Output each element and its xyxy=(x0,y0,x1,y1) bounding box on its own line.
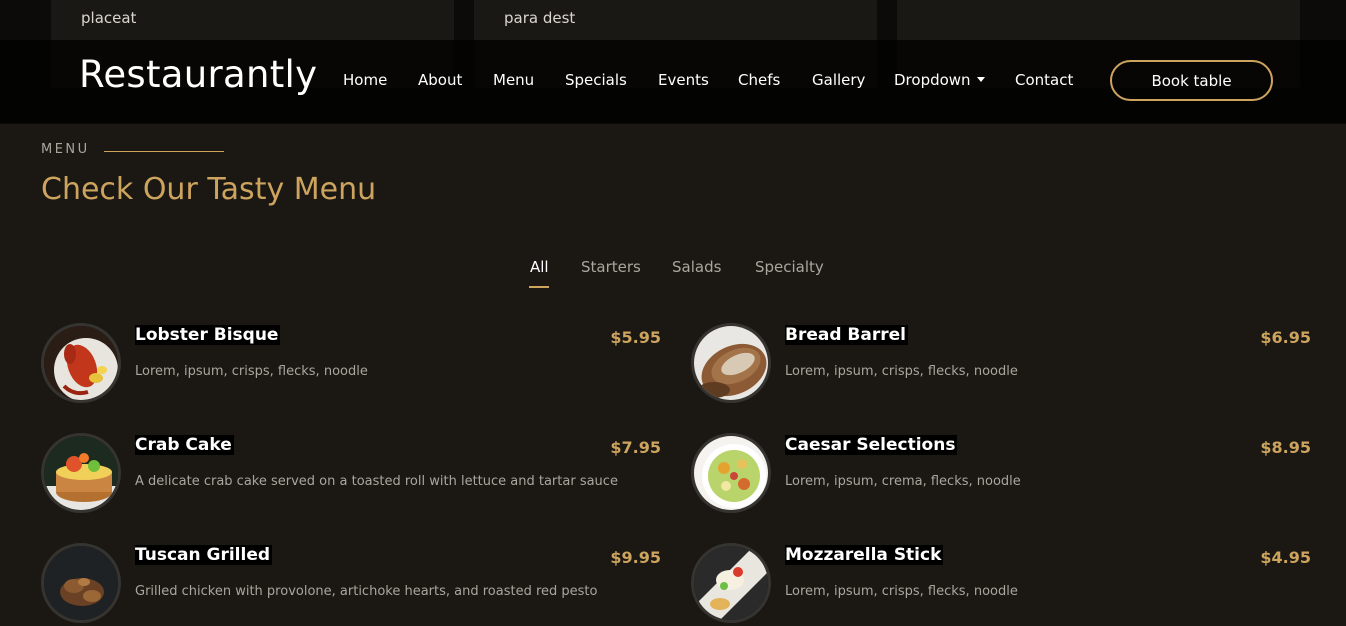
nav-menu[interactable]: Menu xyxy=(493,71,534,89)
menu-item-bread-barrel[interactable]: Bread Barrel $6.95 Lorem, ipsum, crisps,… xyxy=(691,323,1311,405)
menu-item-name: Caesar Selections xyxy=(785,435,958,455)
menu-item-description: Lorem, ipsum, crema, flecks, noodle xyxy=(785,474,1021,489)
nav-events[interactable]: Events xyxy=(658,71,709,89)
grilled-chicken-image xyxy=(41,543,121,623)
nav-dropdown-label: Dropdown xyxy=(894,71,971,89)
menu-item-name: Tuscan Grilled xyxy=(135,545,273,565)
menu-item-description: A delicate crab cake served on a toasted… xyxy=(135,474,618,489)
peek-card-text: placeat xyxy=(81,9,137,27)
nav-about[interactable]: About xyxy=(418,71,462,89)
book-table-button[interactable]: Book table xyxy=(1110,60,1273,101)
salad-image xyxy=(691,433,771,513)
menu-item-tuscan-grilled[interactable]: Tuscan Grilled $9.95 Grilled chicken wit… xyxy=(41,543,661,625)
lobster-image xyxy=(41,323,121,403)
filter-salads[interactable]: Salads xyxy=(672,258,721,276)
nav-dropdown[interactable]: Dropdown xyxy=(894,71,985,89)
menu-item-price: $8.95 xyxy=(1260,438,1311,457)
menu-item-price: $5.95 xyxy=(610,328,661,347)
menu-item-name: Bread Barrel xyxy=(785,325,908,345)
filter-starters[interactable]: Starters xyxy=(581,258,641,276)
nav-contact[interactable]: Contact xyxy=(1015,71,1073,89)
nav-home[interactable]: Home xyxy=(343,71,387,89)
nav-gallery[interactable]: Gallery xyxy=(812,71,865,89)
menu-item-price: $4.95 xyxy=(1260,548,1311,567)
menu-item-lobster-bisque[interactable]: Lobster Bisque $5.95 Lorem, ipsum, crisp… xyxy=(41,323,661,405)
filter-active-underline xyxy=(529,286,549,288)
menu-item-mozzarella-stick[interactable]: Mozzarella Stick $4.95 Lorem, ipsum, cri… xyxy=(691,543,1311,625)
menu-item-price: $7.95 xyxy=(610,438,661,457)
site-logo[interactable]: Restaurantly xyxy=(79,53,317,96)
menu-item-name: Mozzarella Stick xyxy=(785,545,944,565)
menu-item-name: Crab Cake xyxy=(135,435,234,455)
section-label: MENU xyxy=(41,142,90,157)
section-title: Check Our Tasty Menu xyxy=(41,172,377,207)
menu-item-price: $9.95 xyxy=(610,548,661,567)
menu-item-description: Lorem, ipsum, crisps, flecks, noodle xyxy=(785,584,1018,599)
section-label-line xyxy=(104,151,224,152)
menu-item-description: Lorem, ipsum, crisps, flecks, noodle xyxy=(135,364,368,379)
site-header: Restaurantly Home About Menu Specials Ev… xyxy=(0,40,1346,123)
menu-item-crab-cake[interactable]: Crab Cake $7.95 A delicate crab cake ser… xyxy=(41,433,661,515)
caret-down-icon xyxy=(976,77,985,82)
filter-all[interactable]: All xyxy=(530,258,549,276)
filter-specialty[interactable]: Specialty xyxy=(755,258,824,276)
crab-cake-image xyxy=(41,433,121,513)
menu-item-description: Lorem, ipsum, crisps, flecks, noodle xyxy=(785,364,1018,379)
peek-card-text: para dest xyxy=(504,9,576,27)
bread-image xyxy=(691,323,771,403)
menu-item-price: $6.95 xyxy=(1260,328,1311,347)
menu-item-caesar-selections[interactable]: Caesar Selections $8.95 Lorem, ipsum, cr… xyxy=(691,433,1311,515)
menu-item-name: Lobster Bisque xyxy=(135,325,281,345)
nav-specials[interactable]: Specials xyxy=(565,71,627,89)
menu-item-description: Grilled chicken with provolone, artichok… xyxy=(135,584,598,599)
nav-chefs[interactable]: Chefs xyxy=(738,71,780,89)
mozzarella-image xyxy=(691,543,771,623)
